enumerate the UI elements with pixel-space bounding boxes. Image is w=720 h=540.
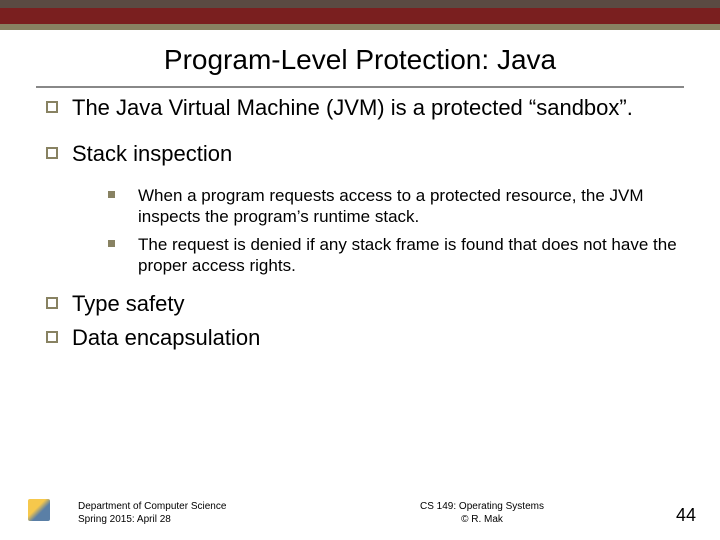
slide: Program-Level Protection: Java The Java … — [0, 0, 720, 540]
slide-title: Program-Level Protection: Java — [0, 30, 720, 86]
sub-marker — [102, 234, 138, 277]
dept-line2: Spring 2015: April 28 — [78, 513, 308, 526]
bullet-text: Type safety — [72, 290, 692, 318]
bar-dark — [0, 0, 720, 8]
sjsu-logo — [28, 494, 68, 526]
bullet-marker — [28, 290, 72, 318]
bullet-marker — [28, 94, 72, 122]
bullet-4: Data encapsulation — [28, 324, 692, 352]
bullet-text: The Java Virtual Machine (JVM) is a prot… — [72, 94, 692, 122]
sub-bullets: When a program requests access to a prot… — [102, 185, 692, 276]
footer: Department of Computer Science Spring 20… — [0, 494, 720, 526]
page-number: 44 — [656, 505, 696, 526]
square-open-icon — [46, 101, 58, 113]
slide-body: The Java Virtual Machine (JVM) is a prot… — [0, 88, 720, 540]
bullet-marker — [28, 324, 72, 352]
bullet-1: The Java Virtual Machine (JVM) is a prot… — [28, 94, 692, 122]
bullet-text: Data encapsulation — [72, 324, 692, 352]
logo-icon — [28, 499, 50, 521]
sub-bullet-1: When a program requests access to a prot… — [102, 185, 692, 228]
course-line2: © R. Mak — [308, 513, 656, 526]
bullet-marker — [28, 140, 72, 168]
square-solid-icon — [108, 191, 115, 198]
course-line1: CS 149: Operating Systems — [308, 500, 656, 513]
footer-mid: CS 149: Operating Systems © R. Mak — [308, 500, 656, 526]
footer-left: Department of Computer Science Spring 20… — [78, 500, 308, 526]
square-open-icon — [46, 297, 58, 309]
square-open-icon — [46, 147, 58, 159]
sub-marker — [102, 185, 138, 228]
sub-bullet-2: The request is denied if any stack frame… — [102, 234, 692, 277]
bullet-2: Stack inspection — [28, 140, 692, 168]
bullet-text: Stack inspection — [72, 140, 692, 168]
bullet-3: Type safety — [28, 290, 692, 318]
sub-text: When a program requests access to a prot… — [138, 185, 692, 228]
square-solid-icon — [108, 240, 115, 247]
square-open-icon — [46, 331, 58, 343]
bar-maroon — [0, 8, 720, 24]
top-decor — [0, 0, 720, 30]
sub-text: The request is denied if any stack frame… — [138, 234, 692, 277]
dept-line1: Department of Computer Science — [78, 500, 308, 513]
